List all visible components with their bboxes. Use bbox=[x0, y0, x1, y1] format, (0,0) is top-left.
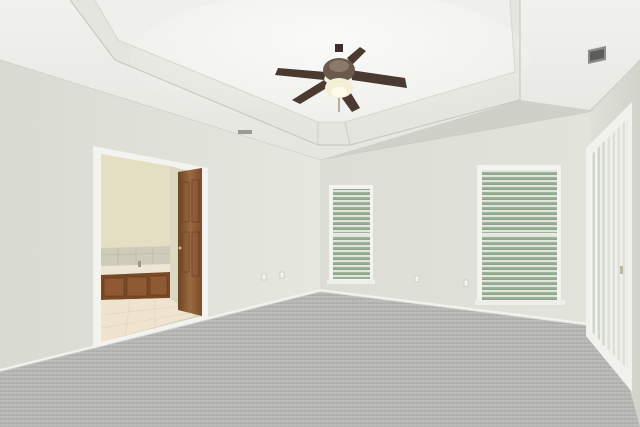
bathroom-doorway bbox=[93, 146, 208, 348]
wall-outlet bbox=[261, 273, 267, 281]
wall-outlet bbox=[279, 271, 285, 279]
window-large bbox=[475, 165, 565, 305]
bedroom-photo bbox=[0, 0, 640, 427]
wall-outlet bbox=[463, 279, 469, 287]
interior-door bbox=[178, 168, 202, 316]
door-handle bbox=[620, 266, 623, 274]
wall-vent bbox=[238, 130, 252, 134]
bathroom-vanity bbox=[101, 272, 170, 300]
window-small bbox=[327, 185, 375, 284]
door-knob bbox=[178, 246, 182, 250]
wall-outlet bbox=[414, 275, 420, 283]
